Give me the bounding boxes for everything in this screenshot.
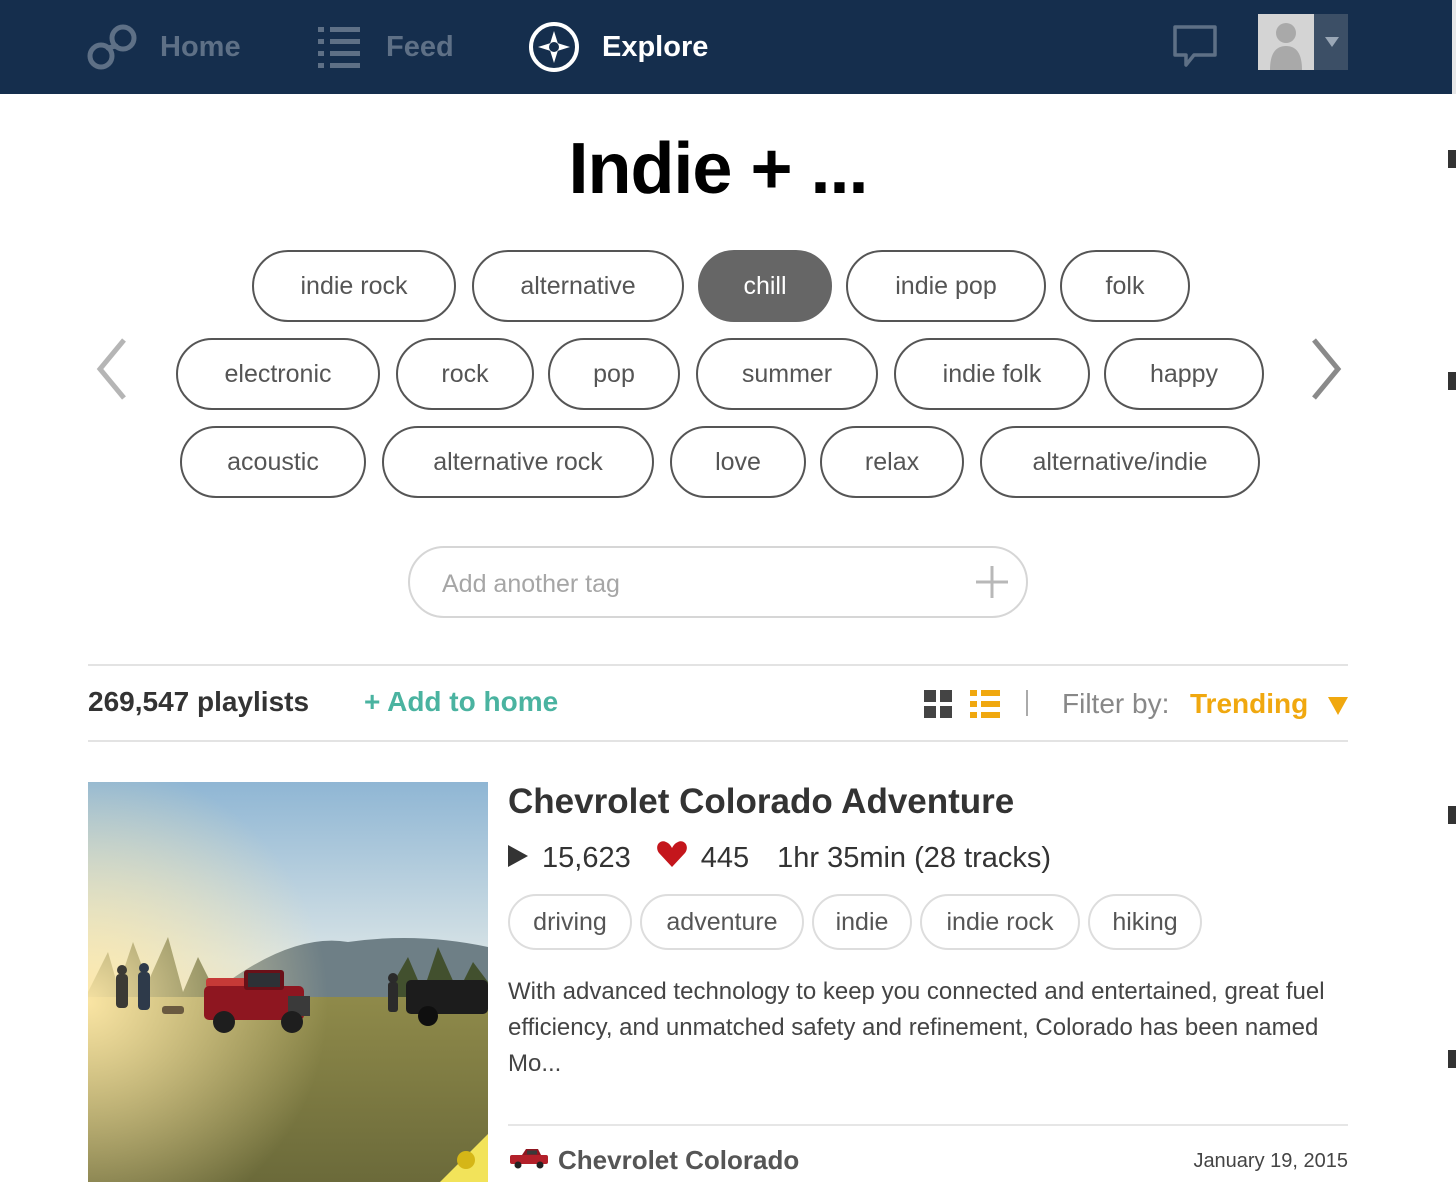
playlist-stats: 15,623 445 1hr 35min (28 tracks) bbox=[508, 838, 1051, 878]
clipped-sidebar-glyph bbox=[1448, 150, 1456, 168]
tag-summer[interactable]: summer bbox=[696, 338, 878, 410]
results-divider-top bbox=[88, 664, 1348, 666]
nav-home[interactable]: Home bbox=[86, 0, 241, 94]
tag-relax[interactable]: relax bbox=[820, 426, 964, 498]
tag-pop[interactable]: pop bbox=[548, 338, 680, 410]
playlist-description: With advanced technology to keep you con… bbox=[508, 978, 1325, 1077]
add-to-home-button[interactable]: + Add to home bbox=[364, 686, 558, 718]
scrollbar-edge bbox=[1452, 0, 1456, 94]
list-icon bbox=[316, 25, 362, 69]
plus-icon[interactable] bbox=[972, 562, 1012, 602]
playlist-date: January 19, 2015 bbox=[1193, 1150, 1348, 1172]
previous-tags-arrow-icon[interactable] bbox=[90, 334, 134, 404]
caret-down-icon[interactable] bbox=[1328, 697, 1348, 715]
playlist-tag-driving[interactable]: driving bbox=[508, 894, 632, 950]
nav-feed-label: Feed bbox=[386, 30, 454, 63]
play-count: 15,623 bbox=[542, 841, 631, 874]
tag-indie-rock[interactable]: indie rock bbox=[252, 250, 456, 322]
clipped-sidebar-glyph bbox=[1448, 372, 1456, 390]
filter-dropdown[interactable]: Trending bbox=[1190, 688, 1308, 720]
playlist-owner[interactable]: Chevrolet Colorado bbox=[508, 1142, 799, 1178]
tag-love[interactable]: love bbox=[670, 426, 806, 498]
separator bbox=[1026, 690, 1028, 716]
clipped-sidebar-glyph bbox=[1448, 1050, 1456, 1068]
play-icon bbox=[508, 842, 528, 875]
next-tags-arrow-icon[interactable] bbox=[1304, 334, 1348, 404]
top-navigation: Home Feed Explore bbox=[0, 0, 1456, 94]
results-divider-bottom bbox=[88, 740, 1348, 742]
playlist-duration: 1hr 35min (28 tracks) bbox=[777, 841, 1052, 874]
playlist-tag-indie-rock[interactable]: indie rock bbox=[920, 894, 1080, 950]
page-title: Indie + ... bbox=[568, 129, 868, 209]
add-tag-input[interactable] bbox=[442, 566, 962, 602]
nav-explore[interactable]: Explore bbox=[528, 0, 708, 94]
tag-alternative[interactable]: alternative bbox=[472, 250, 684, 322]
heart-icon[interactable] bbox=[656, 841, 687, 875]
playlist-tag-adventure[interactable]: adventure bbox=[640, 894, 804, 950]
tag-alternative-indie[interactable]: alternative/indie bbox=[980, 426, 1260, 498]
add-tag-field bbox=[408, 546, 1028, 618]
tag-happy[interactable]: happy bbox=[1104, 338, 1264, 410]
avatar bbox=[1258, 14, 1314, 70]
playlist-cover-image[interactable] bbox=[88, 782, 488, 1182]
card-divider bbox=[508, 1124, 1348, 1126]
tag-acoustic[interactable]: acoustic bbox=[180, 426, 366, 498]
messages-icon[interactable] bbox=[1172, 24, 1218, 68]
truck-icon bbox=[508, 1147, 550, 1174]
grid-view-icon[interactable] bbox=[924, 690, 952, 718]
tag-indie-pop[interactable]: indie pop bbox=[846, 250, 1046, 322]
user-menu[interactable] bbox=[1258, 14, 1348, 70]
filter-label: Filter by: bbox=[1062, 688, 1170, 719]
list-view-icon[interactable] bbox=[970, 690, 1000, 718]
compass-icon bbox=[528, 21, 580, 73]
playlist-count: 269,547 playlists bbox=[88, 686, 310, 717]
tag-folk[interactable]: folk bbox=[1060, 250, 1190, 322]
nav-home-label: Home bbox=[160, 30, 241, 63]
chevron-down-icon bbox=[1316, 14, 1348, 70]
nav-explore-label: Explore bbox=[602, 30, 709, 63]
clipped-sidebar-glyph bbox=[1448, 806, 1456, 824]
default-user-icon bbox=[1258, 14, 1314, 70]
tag-indie-folk[interactable]: indie folk bbox=[894, 338, 1090, 410]
playlist-tag-hiking[interactable]: hiking bbox=[1088, 894, 1202, 950]
playlist-tag-indie[interactable]: indie bbox=[812, 894, 912, 950]
playlist-title[interactable]: Chevrolet Colorado Adventure bbox=[508, 782, 1014, 822]
tag-electronic[interactable]: electronic bbox=[176, 338, 380, 410]
owner-name: Chevrolet Colorado bbox=[558, 1144, 800, 1175]
tag-chill[interactable]: chill bbox=[698, 250, 832, 322]
tag-alternative-rock[interactable]: alternative rock bbox=[382, 426, 654, 498]
infinity-logo-icon bbox=[86, 23, 138, 71]
nav-feed[interactable]: Feed bbox=[316, 0, 454, 94]
tag-rock[interactable]: rock bbox=[396, 338, 534, 410]
like-count: 445 bbox=[700, 841, 750, 874]
